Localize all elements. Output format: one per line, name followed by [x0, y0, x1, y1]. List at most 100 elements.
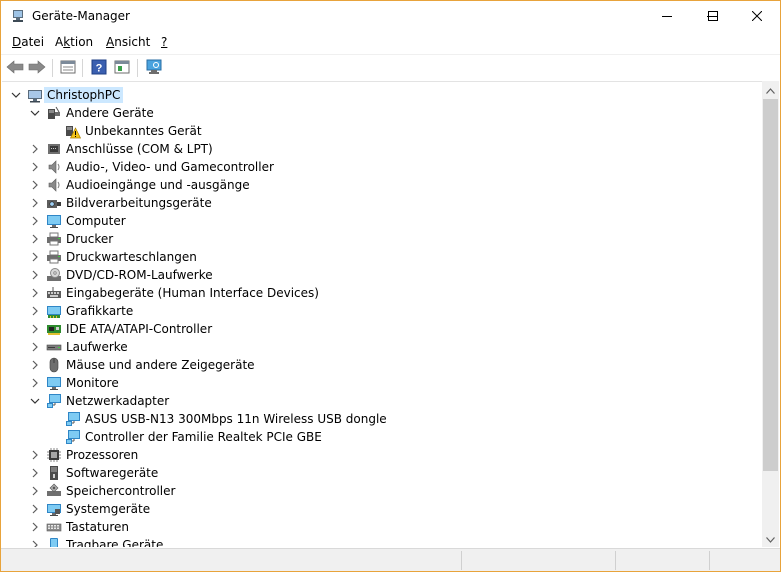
- tree-category[interactable]: Laufwerke: [2, 338, 762, 356]
- tree-node-label: Softwaregeräte: [66, 466, 159, 480]
- tree-category[interactable]: Eingabegeräte (Human Interface Devices): [2, 284, 762, 302]
- tree-node-label: Laufwerke: [66, 340, 128, 354]
- chevron-right-icon[interactable]: [29, 539, 41, 547]
- printer-icon: [46, 249, 62, 265]
- chevron-right-icon[interactable]: [29, 197, 41, 209]
- menu-aktion[interactable]: Aktion: [55, 35, 93, 49]
- scrollbar-thumb[interactable]: [763, 99, 778, 471]
- scan-hardware-button[interactable]: [145, 59, 163, 77]
- tree-category[interactable]: Drucker: [2, 230, 762, 248]
- chevron-right-icon[interactable]: [29, 269, 41, 281]
- scroll-down-button[interactable]: [762, 530, 779, 547]
- vertical-scrollbar[interactable]: [762, 81, 779, 547]
- maximize-button[interactable]: [690, 1, 736, 31]
- tree-device[interactable]: Controller der Familie Realtek PCIe GBE: [2, 428, 762, 446]
- tree-category[interactable]: Tragbare Geräte: [2, 536, 762, 547]
- tree-category[interactable]: Softwaregeräte: [2, 464, 762, 482]
- tree-node-label: Systemgeräte: [66, 502, 151, 516]
- update-driver-button[interactable]: [113, 59, 131, 77]
- tree-category[interactable]: Speichercontroller: [2, 482, 762, 500]
- chevron-right-icon[interactable]: [29, 305, 41, 317]
- maximize-icon: [708, 11, 718, 21]
- menu-help[interactable]: ?: [161, 35, 167, 49]
- status-segment: [462, 551, 616, 570]
- tree-category[interactable]: Audio-, Video- und Gamecontroller: [2, 158, 762, 176]
- controller-card-icon: [46, 321, 62, 337]
- back-button[interactable]: [6, 59, 24, 77]
- title-bar[interactable]: Geräte-Manager: [1, 1, 780, 31]
- tree-category[interactable]: Tastaturen: [2, 518, 762, 536]
- scroll-up-button[interactable]: [762, 81, 779, 98]
- close-button[interactable]: [734, 1, 780, 31]
- tree-node-label: Prozessoren: [66, 448, 139, 462]
- toolbar: ?: [1, 54, 780, 80]
- device-tree[interactable]: ChristophPC Andere Geräte Unbekanntes Gerä…: [2, 81, 762, 547]
- properties-button[interactable]: [59, 59, 77, 77]
- tree-category[interactable]: Audioeingänge und -ausgänge: [2, 176, 762, 194]
- tree-category[interactable]: Bildverarbeitungsgeräte: [2, 194, 762, 212]
- menu-aktion-rest: tion: [70, 35, 94, 49]
- tree-category[interactable]: IDE ATA/ATAPI-Controller: [2, 320, 762, 338]
- tree-node-label: Audio-, Video- und Gamecontroller: [66, 160, 274, 174]
- forward-arrow-icon: [28, 59, 46, 77]
- tree-node-label: Audioeingänge und -ausgänge: [66, 178, 250, 192]
- chevron-right-icon[interactable]: [29, 179, 41, 191]
- tree-node-label: Netzwerkadapter: [66, 394, 170, 408]
- help-icon: ?: [91, 59, 107, 78]
- tree-device[interactable]: ASUS USB-N13 300Mbps 11n Wireless USB do…: [2, 410, 762, 428]
- chevron-right-icon[interactable]: [29, 485, 41, 497]
- chevron-right-icon[interactable]: [29, 143, 41, 155]
- tree-category[interactable]: Monitore: [2, 374, 762, 392]
- tree-category[interactable]: Computer: [2, 212, 762, 230]
- chevron-right-icon[interactable]: [29, 161, 41, 173]
- tree-root[interactable]: ChristophPC: [2, 86, 762, 104]
- chevron-right-icon[interactable]: [29, 251, 41, 263]
- disc-drive-icon: [46, 267, 62, 283]
- speaker-icon: [46, 177, 62, 193]
- monitor-icon: [46, 375, 62, 391]
- tree-category[interactable]: Mäuse und andere Zeigegeräte: [2, 356, 762, 374]
- chevron-right-icon[interactable]: [29, 233, 41, 245]
- scan-hardware-icon: [145, 59, 163, 78]
- chevron-down-icon[interactable]: [10, 89, 22, 101]
- chevron-right-icon[interactable]: [29, 341, 41, 353]
- tree-category[interactable]: Grafikkarte: [2, 302, 762, 320]
- tree-category[interactable]: Prozessoren: [2, 446, 762, 464]
- tree-node-label: Speichercontroller: [66, 484, 176, 498]
- status-segment-main: [1, 551, 462, 570]
- minimize-button-alt[interactable]: [644, 1, 690, 31]
- status-segment: [616, 551, 710, 570]
- tree-category[interactable]: DVD/CD-ROM-Laufwerke: [2, 266, 762, 284]
- chevron-down-icon[interactable]: [29, 107, 41, 119]
- tree-node-label: IDE ATA/ATAPI-Controller: [66, 322, 213, 336]
- chevron-right-icon[interactable]: [29, 287, 41, 299]
- chevron-right-icon[interactable]: [29, 503, 41, 515]
- help-button[interactable]: ?: [90, 59, 108, 77]
- tree-node-label: Unbekanntes Gerät: [85, 124, 202, 138]
- tree-category[interactable]: Systemgeräte: [2, 500, 762, 518]
- menu-bar: Datei Aktion Ansicht ?: [1, 32, 780, 54]
- tree-device[interactable]: Unbekanntes Gerät: [2, 122, 762, 140]
- chevron-right-icon[interactable]: [29, 449, 41, 461]
- forward-button[interactable]: [28, 59, 46, 77]
- chevron-down-icon[interactable]: [29, 395, 41, 407]
- tree-node-label: DVD/CD-ROM-Laufwerke: [66, 268, 213, 282]
- tree-category[interactable]: Andere Geräte: [2, 104, 762, 122]
- scroll-down-arrow-icon: [766, 532, 775, 546]
- menu-ansicht[interactable]: Ansicht: [106, 35, 150, 49]
- chevron-right-icon[interactable]: [29, 467, 41, 479]
- minimize-icon: [662, 11, 672, 21]
- chevron-right-icon[interactable]: [29, 215, 41, 227]
- chevron-right-icon[interactable]: [29, 323, 41, 335]
- menu-datei[interactable]: Datei: [12, 35, 44, 49]
- menu-help-mnemonic: ?: [161, 35, 168, 49]
- tree-category[interactable]: Anschlüsse (COM & LPT): [2, 140, 762, 158]
- toolbar-separator: [137, 59, 138, 77]
- chevron-right-icon[interactable]: [29, 521, 41, 533]
- chevron-right-icon[interactable]: [29, 359, 41, 371]
- network-adapter-icon: [46, 393, 62, 409]
- tree-category[interactable]: Netzwerkadapter: [2, 392, 762, 410]
- tree-category[interactable]: Druckwarteschlangen: [2, 248, 762, 266]
- back-arrow-icon: [6, 59, 24, 77]
- chevron-right-icon[interactable]: [29, 377, 41, 389]
